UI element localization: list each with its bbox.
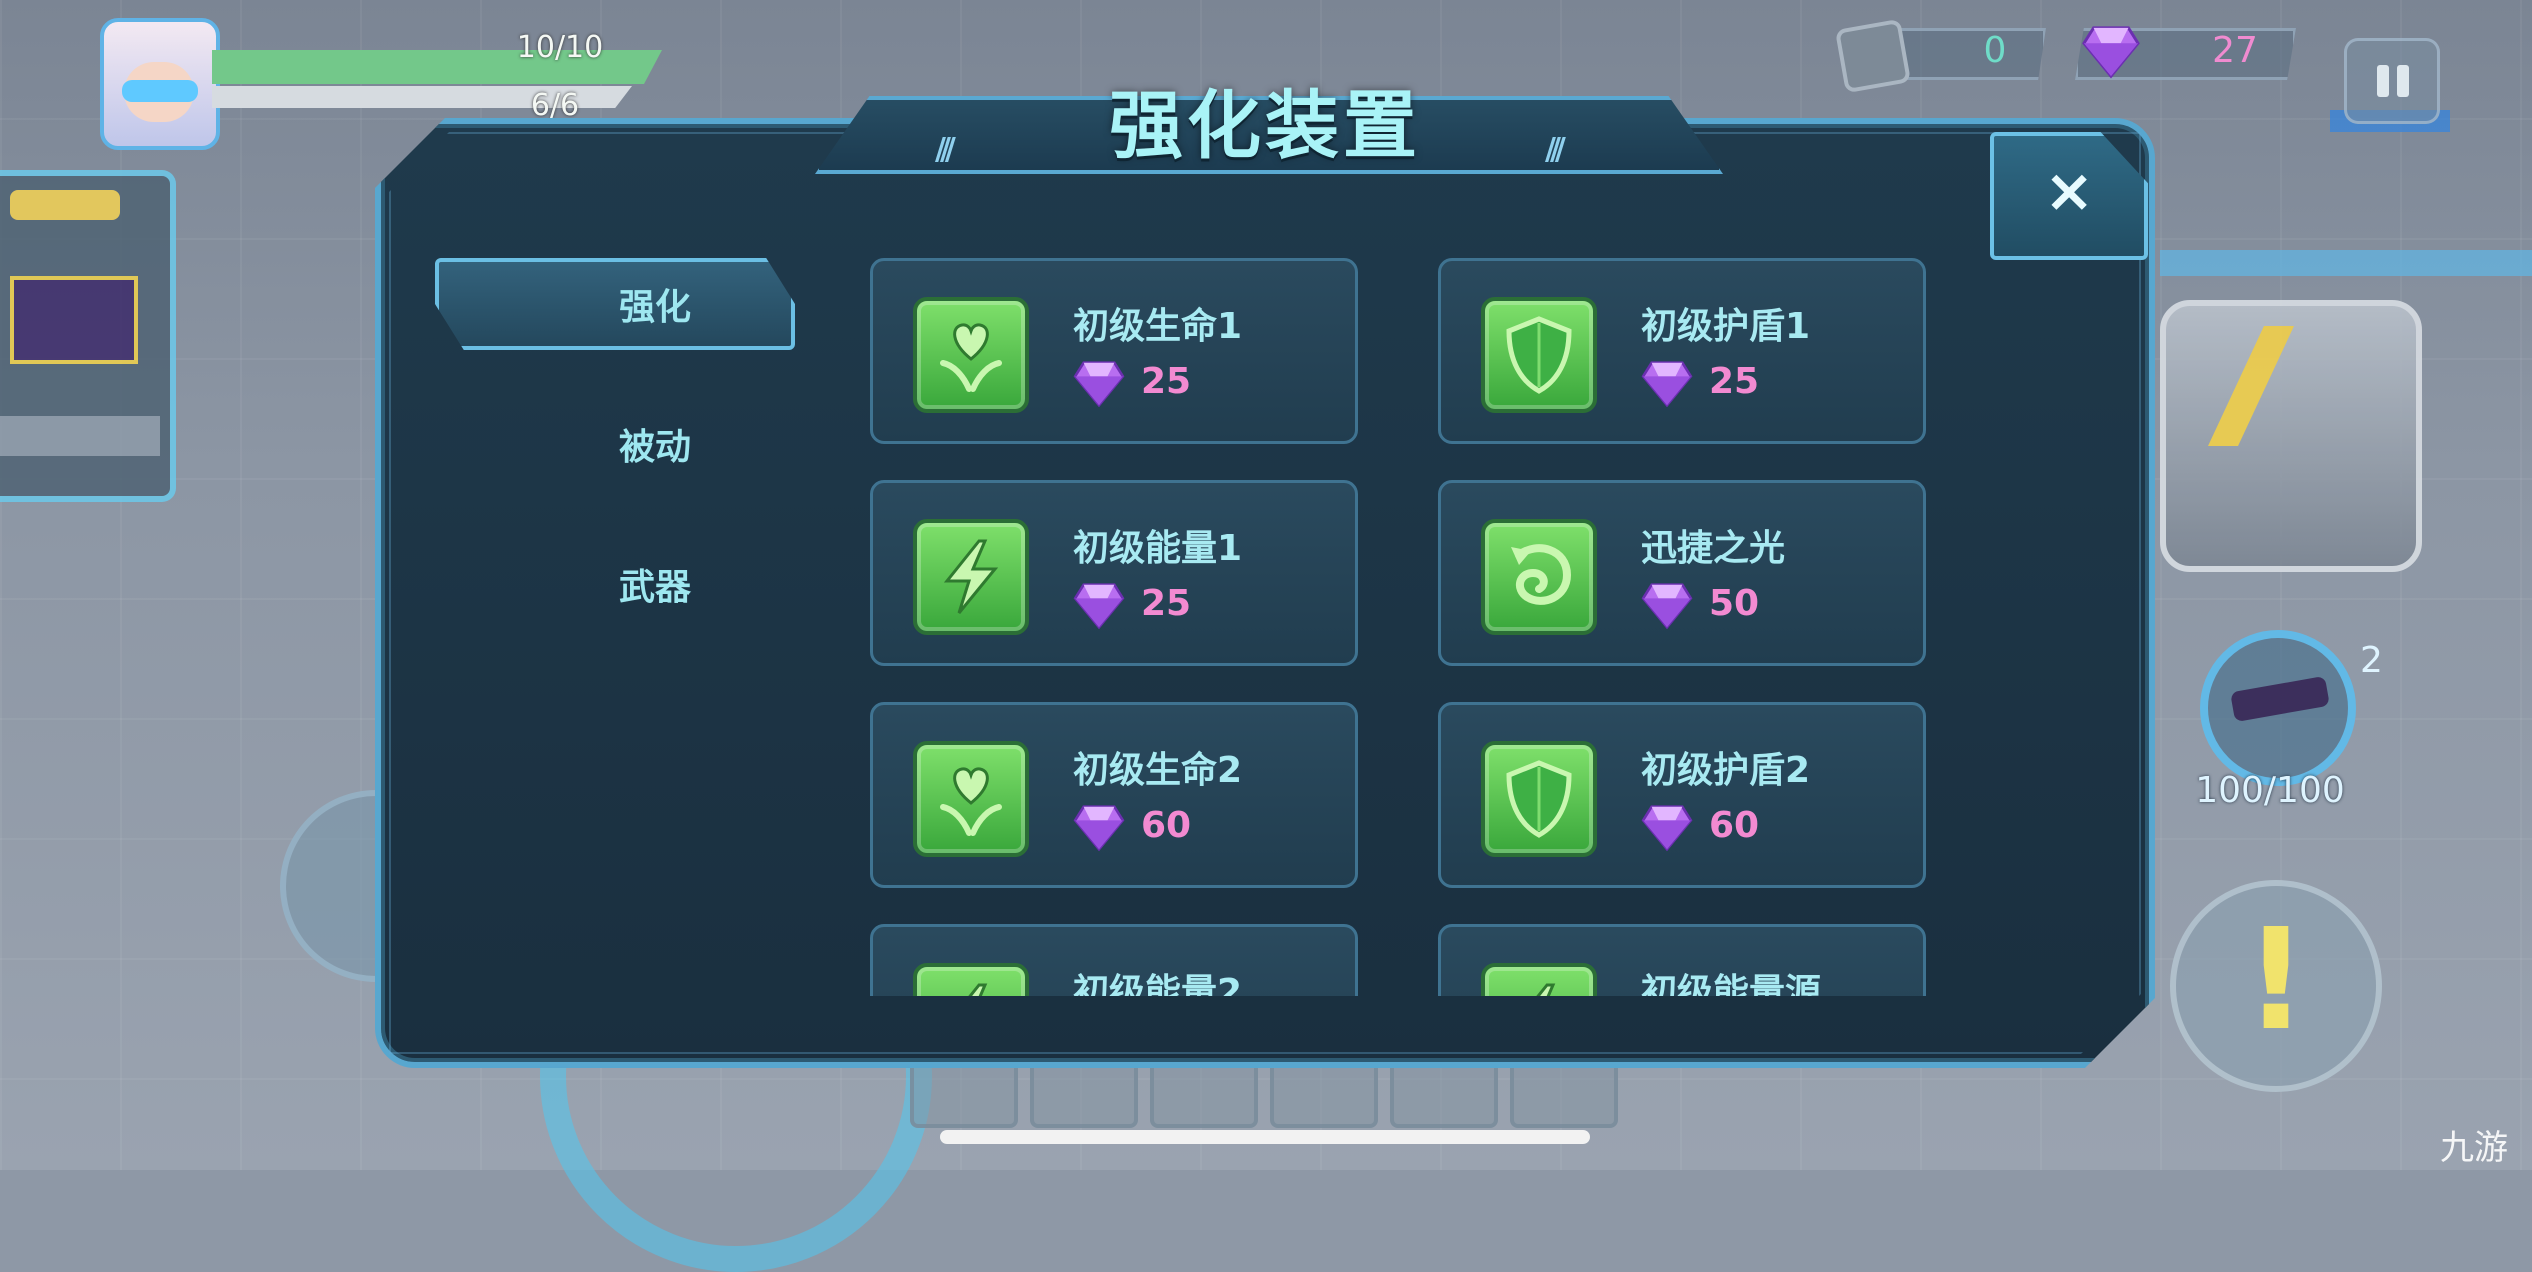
upgrade-card[interactable]: 初级能量1 25 — [870, 480, 1358, 666]
title-decoration-left: /// — [935, 132, 956, 167]
heart-icon — [913, 297, 1029, 413]
tab-weapon[interactable]: 武器 — [435, 538, 795, 630]
upgrade-modal: /// /// 强化装置 × 强化 被动 武器 初级生命1 25 初级护盾1 2… — [375, 83, 2155, 1068]
shield-icon — [1481, 297, 1597, 413]
upgrade-price: 25 — [1709, 361, 1760, 402]
vending-machine-top — [10, 190, 120, 220]
chip-currency-value: 0 — [1983, 30, 2007, 71]
upgrade-card[interactable]: 初级能量2 — [870, 924, 1358, 996]
interact-button[interactable]: ! — [2170, 880, 2382, 1092]
vending-machine-tray — [0, 416, 160, 456]
gem-icon — [1641, 361, 1693, 407]
exclamation-icon: ! — [2244, 899, 2308, 1062]
close-icon: × — [2044, 156, 2095, 226]
gem-icon — [1073, 583, 1125, 629]
upgrade-name: 初级能量2 — [1073, 972, 1243, 996]
lightning-icon — [913, 963, 1029, 996]
upgrade-price: 25 — [1141, 583, 1192, 624]
pause-icon-bar — [2377, 65, 2389, 97]
gun-icon — [2230, 675, 2330, 723]
upgrade-card[interactable]: 初级生命2 60 — [870, 702, 1358, 888]
upgrade-machine — [2160, 300, 2422, 572]
chip-icon — [1834, 18, 1912, 94]
upgrade-price: 60 — [1709, 805, 1760, 846]
title-decoration-right: /// — [1545, 132, 1566, 167]
upgrade-card[interactable]: 初级生命1 25 — [870, 258, 1358, 444]
upgrade-price: 25 — [1141, 361, 1192, 402]
lightning-icon — [1481, 963, 1597, 996]
upgrade-price: 60 — [1141, 805, 1192, 846]
vending-machine — [0, 170, 176, 502]
tab-enhance[interactable]: 强化 — [435, 258, 795, 350]
gem-icon — [1641, 805, 1693, 851]
player-avatar — [100, 18, 220, 150]
lightning-icon — [913, 519, 1029, 635]
upgrade-name: 迅捷之光 — [1641, 528, 1786, 569]
home-indicator[interactable] — [940, 1130, 1590, 1144]
tab-label: 被动 — [618, 427, 691, 468]
upgrade-name: 初级生命2 — [1073, 750, 1243, 791]
upgrade-card[interactable]: 初级能量源 — [1438, 924, 1926, 996]
upgrade-list[interactable]: 初级生命1 25 初级护盾1 25 初级能量1 25 迅捷之光 50 初级生命2… — [870, 258, 1980, 996]
shield-icon — [1481, 741, 1597, 857]
upgrade-machine-stripe — [2208, 326, 2294, 446]
avatar-visor — [122, 80, 198, 102]
gem-icon — [1641, 583, 1693, 629]
upgrade-name: 初级能量源 — [1641, 972, 1822, 996]
weapon-count: 2 — [2360, 640, 2383, 681]
upgrade-name: 初级护盾2 — [1641, 750, 1811, 791]
weapon-slot[interactable] — [2200, 630, 2356, 786]
upgrade-card[interactable]: 初级护盾2 60 — [1438, 702, 1926, 888]
upgrade-name: 初级护盾1 — [1641, 306, 1811, 347]
gem-icon — [1073, 805, 1125, 851]
weapon-ammo: 100/100 — [2195, 770, 2345, 811]
heart-icon — [913, 741, 1029, 857]
wall-rail — [2160, 250, 2532, 276]
gem-currency-value: 27 — [2212, 30, 2258, 71]
upgrade-name: 初级能量1 — [1073, 528, 1243, 569]
gem-icon — [1073, 361, 1125, 407]
pause-button[interactable] — [2344, 38, 2440, 124]
upgrade-price: 50 — [1709, 583, 1760, 624]
vending-machine-screen — [10, 276, 138, 364]
upgrade-name: 初级生命1 — [1073, 306, 1243, 347]
pause-icon-bar — [2397, 65, 2409, 97]
watermark: 九游 — [2440, 1128, 2508, 1168]
health-text: 10/10 — [516, 30, 604, 65]
modal-title: 强化装置 — [1109, 83, 1421, 169]
upgrade-card[interactable]: 迅捷之光 50 — [1438, 480, 1926, 666]
category-tabs: 强化 被动 武器 — [435, 258, 795, 678]
upgrade-card[interactable]: 初级护盾1 25 — [1438, 258, 1926, 444]
tab-passive[interactable]: 被动 — [435, 398, 795, 490]
gem-icon — [2082, 26, 2140, 79]
swirl-icon — [1481, 519, 1597, 635]
tab-label: 武器 — [618, 567, 691, 608]
tab-label: 强化 — [618, 287, 691, 328]
